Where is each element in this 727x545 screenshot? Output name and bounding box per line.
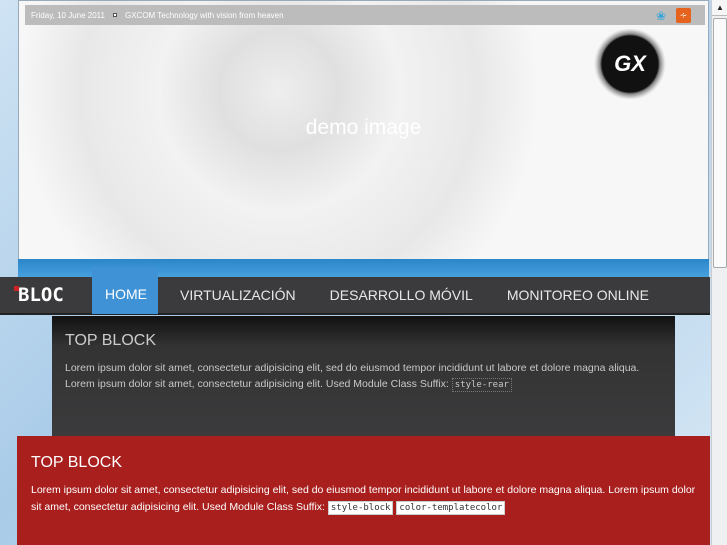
nav-monitoreo-online[interactable]: MONITOREO ONLINE (507, 287, 649, 303)
twitter-icon[interactable]: ❀ (656, 9, 666, 23)
scrollbar-thumb[interactable] (713, 18, 727, 268)
tagline: GXCOM Technology with vision from heaven (124, 10, 284, 20)
bullet-icon (112, 13, 117, 17)
block-title: TOP BLOCK (31, 454, 122, 471)
top-block-red: TOP BLOCK Lorem ipsum dolor sit amet, co… (17, 436, 710, 545)
class-suffix-code: style-block (327, 501, 394, 515)
block-title: TOP BLOCK (65, 332, 156, 349)
nav-home[interactable]: HOME (92, 267, 158, 314)
block-text: Lorem ipsum dolor sit amet, consectetur … (65, 362, 640, 374)
nav-virtualizacion[interactable]: VIRTUALIZACIÓN (180, 287, 296, 303)
header-banner: Friday, 10 June 2011 GXCOM Technology wi… (18, 0, 709, 262)
class-suffix-code: style-rear (451, 378, 512, 392)
block-text: Lorem ipsum dolor sit amet, consectetur … (65, 378, 449, 390)
main-nav: BLOC HOME VIRTUALIZACIÓN DESARROLLO MÓVI… (0, 267, 710, 315)
rss-icon[interactable]: ∻ (676, 8, 691, 23)
nav-desarrollo-movil[interactable]: DESARROLLO MÓVIL (330, 287, 473, 303)
brand-logo[interactable]: BLOC (14, 284, 92, 306)
scrollbar[interactable]: ▲ (711, 0, 727, 545)
scroll-up-arrow-icon[interactable]: ▲ (712, 0, 727, 16)
site-logo[interactable]: GX (582, 29, 678, 99)
top-bar: Friday, 10 June 2011 GXCOM Technology wi… (25, 5, 705, 25)
date: Friday, 10 June 2011 (31, 10, 105, 20)
demo-image-text: demo image (305, 116, 422, 139)
class-suffix-code: color-templatecolor (396, 501, 506, 515)
top-block-rear: TOP BLOCK Lorem ipsum dolor sit amet, co… (52, 316, 675, 436)
